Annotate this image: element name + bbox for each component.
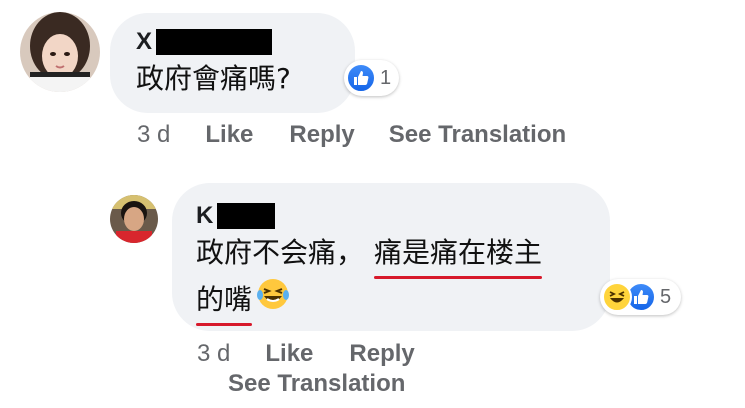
like-button[interactable]: Like: [265, 340, 313, 368]
reply-button[interactable]: Reply: [289, 121, 354, 149]
comment-bubble: K 政府不会痛， 痛是痛在楼主 的嘴: [172, 183, 610, 331]
author-name[interactable]: X: [136, 29, 152, 55]
redacted-name-bar: [156, 29, 273, 55]
comment-bubble: X 政府會痛嗎?: [110, 13, 355, 113]
underlined-text: 的嘴: [196, 280, 253, 326]
timestamp[interactable]: 3 d: [137, 121, 170, 149]
haha-icon: [602, 282, 632, 312]
reaction-summary[interactable]: 5: [600, 279, 682, 315]
user-avatar-icon: [20, 12, 100, 92]
like-icon: [346, 63, 376, 93]
see-translation-link[interactable]: See Translation: [228, 370, 405, 398]
reaction-count: 1: [380, 66, 392, 89]
redacted-name-bar: [217, 203, 276, 229]
comment-text-plain: 政府不会痛，: [196, 236, 365, 269]
reply-button[interactable]: Reply: [349, 340, 414, 368]
comment-text: 政府會痛嗎?: [136, 62, 291, 95]
comment-actions: 3 d Like Reply See Translation: [137, 121, 566, 149]
avatar-x[interactable]: [20, 12, 100, 92]
timestamp[interactable]: 3 d: [197, 340, 230, 368]
underlined-text: 痛是痛在楼主: [374, 233, 543, 279]
comment-text: 政府不会痛， 痛是痛在楼主: [196, 233, 543, 279]
comment-actions: 3 d Like Reply: [197, 340, 415, 368]
comment-text-line2: 的嘴: [196, 277, 290, 326]
like-button[interactable]: Like: [205, 121, 253, 149]
reaction-count: 5: [660, 285, 672, 308]
author-name[interactable]: K: [196, 203, 213, 229]
see-translation-link[interactable]: See Translation: [389, 121, 566, 149]
red-underline: [196, 322, 253, 326]
user-avatar-icon: [110, 195, 158, 243]
laughing-tears-emoji: [256, 277, 290, 322]
avatar-k[interactable]: [110, 195, 158, 243]
reaction-summary[interactable]: 1: [344, 60, 400, 96]
red-underline: [374, 276, 543, 279]
